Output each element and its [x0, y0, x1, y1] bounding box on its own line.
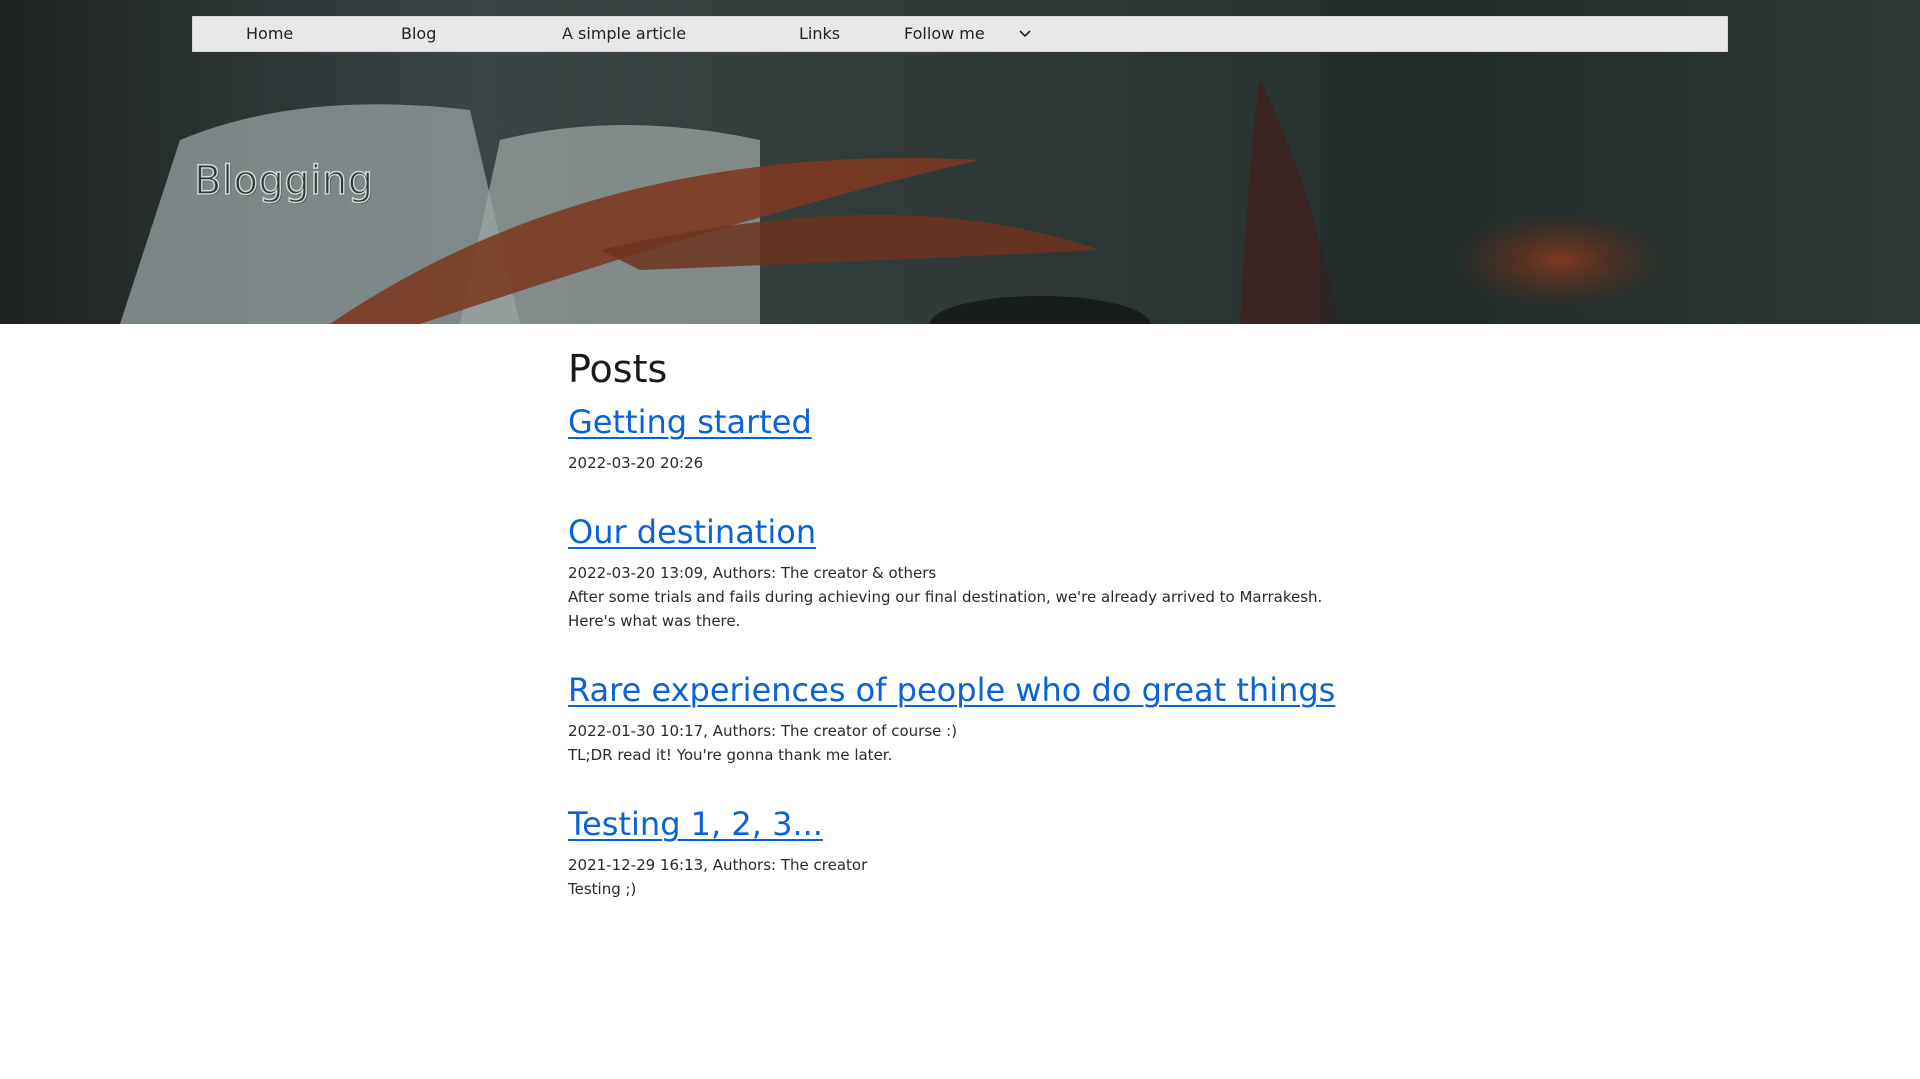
post-meta: 2022-03-20 13:09, Authors: The creator &…	[568, 564, 937, 582]
post-meta: 2022-03-20 20:26	[568, 454, 704, 472]
nav-simple-article-link[interactable]: A simple article	[562, 17, 686, 51]
post-meta: 2021-12-29 16:13, Authors: The creator	[568, 856, 868, 874]
site-title: Blogging	[193, 157, 374, 205]
page-title: Posts	[568, 347, 668, 391]
post-item: Rare experiences of people who do great …	[568, 669, 1348, 767]
post-item: Getting started 2022-03-20 20:26	[568, 401, 1348, 475]
nav-blog-link[interactable]: Blog	[401, 17, 436, 51]
post-title-link[interactable]: Testing 1, 2, 3...	[568, 803, 823, 845]
main-content: Posts Getting started 2022-03-20 20:26 O…	[568, 345, 1348, 937]
post-item: Testing 1, 2, 3... 2021-12-29 16:13, Aut…	[568, 803, 1348, 901]
post-title-link[interactable]: Our destination	[568, 511, 816, 553]
nav-follow-me-dropdown[interactable]: Follow me	[904, 17, 985, 51]
post-title-link[interactable]: Getting started	[568, 401, 812, 443]
chevron-down-icon[interactable]	[1018, 27, 1032, 41]
nav-home-link[interactable]: Home	[246, 17, 293, 51]
post-summary: TL;DR read it! You're gonna thank me lat…	[568, 746, 893, 764]
post-item: Our destination 2022-03-20 13:09, Author…	[568, 511, 1348, 633]
post-meta: 2022-01-30 10:17, Authors: The creator o…	[568, 722, 958, 740]
post-title-link[interactable]: Rare experiences of people who do great …	[568, 669, 1335, 711]
top-navbar: Home Blog A simple article Links Follow …	[192, 16, 1728, 52]
nav-links-link[interactable]: Links	[799, 17, 840, 51]
post-summary: After some trials and fails during achie…	[568, 588, 1323, 630]
hero-banner: Home Blog A simple article Links Follow …	[0, 0, 1920, 324]
post-summary: Testing ;)	[568, 880, 637, 898]
